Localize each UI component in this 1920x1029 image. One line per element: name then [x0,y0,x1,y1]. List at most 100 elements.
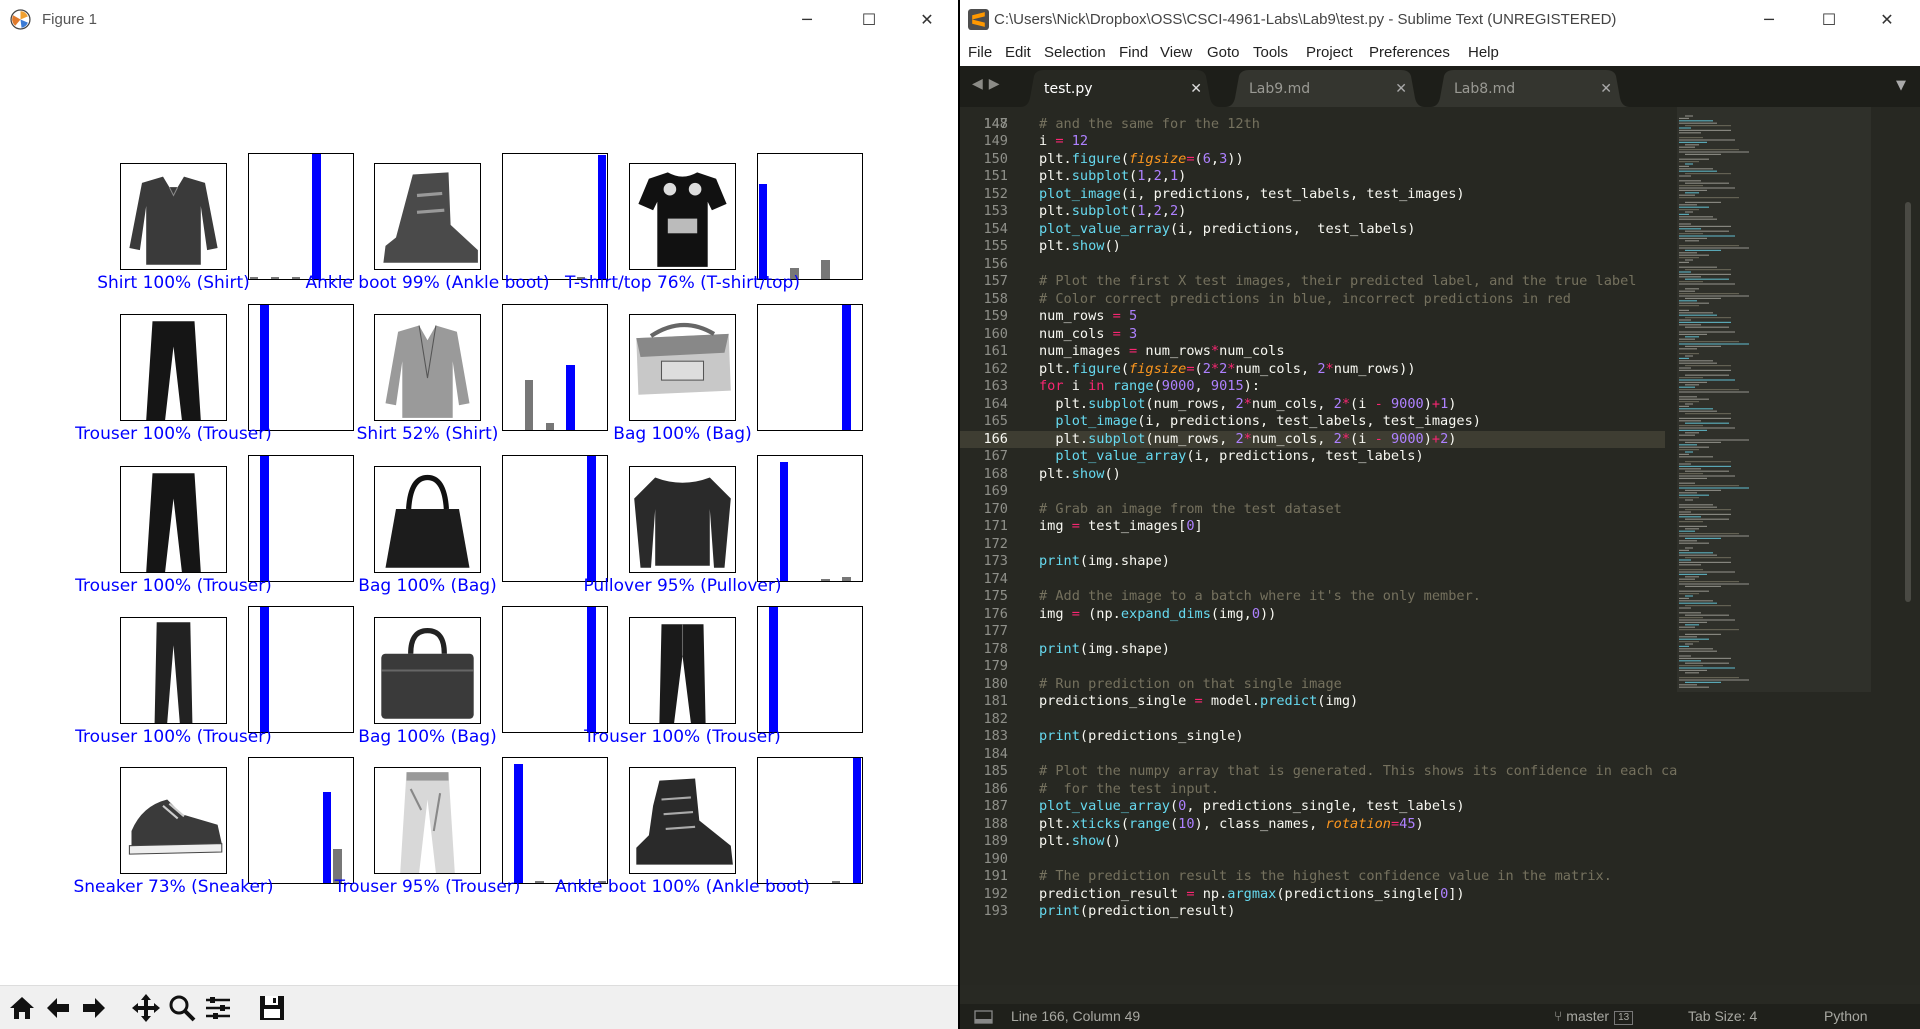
code-line[interactable]: 174 [960,571,1680,589]
code-line[interactable]: 183 print(predictions_single) [960,728,1680,746]
minimize-button[interactable]: ─ [1746,0,1792,40]
code-line[interactable]: 166 plt.subplot(num_rows, 2*num_cols, 2*… [960,430,1665,448]
code-line[interactable]: 185 # Plot the numpy array that is genera… [960,763,1726,781]
confidence-bar [587,456,596,581]
code-line[interactable]: 161 num_images = num_rows*num_cols [960,343,1680,361]
save-icon[interactable] [256,992,288,1024]
code-line[interactable]: 173 print(img.shape) [960,553,1680,571]
code-line[interactable]: 192 prediction_result = np.argmax(predict… [960,886,1680,904]
tab-test-py[interactable]: test.py ✕ [1020,70,1220,107]
line-number: 191 [983,868,1008,884]
code-line[interactable]: 172 [960,536,1680,554]
menu-help[interactable]: Help [1468,40,1499,66]
code-line[interactable]: 175 # Add the image to a batch where it's… [960,588,1680,606]
code-line[interactable]: 191 # The prediction result is the highes… [960,868,1680,886]
menu-preferences[interactable]: Preferences [1369,40,1450,66]
code-line[interactable]: 160 num_cols = 3 [960,326,1680,344]
code-line[interactable]: 156 [960,256,1680,274]
zoom-icon[interactable] [166,992,198,1024]
code-line[interactable]: 188 plt.xticks(range(10), class_names, ro… [960,816,1680,834]
line-number: 174 [983,570,1008,587]
tab-bar: ◀▶ test.py ✕ Lab9.md ✕ Lab8.md ✕ ▼ [960,66,1920,107]
confidence-bar-chart [502,757,608,884]
code-text: plt.subplot(num_rows, 2*num_cols, 2*(i -… [1039,395,1457,412]
menu-project[interactable]: Project [1306,40,1353,66]
code-line[interactable]: 154 plot_value_array(i, predictions, test… [960,221,1680,239]
code-line[interactable]: 170 # Grab an image from the test dataset [960,501,1680,519]
code-line[interactable]: 180 # Run prediction on that single image [960,676,1680,694]
git-branch[interactable]: ⑂ master 13 [1554,1004,1634,1029]
menu-tools[interactable]: Tools [1253,40,1288,66]
code-text: i = 12 [1039,133,1089,149]
menu-file[interactable]: File [968,40,992,66]
code-line[interactable]: 181 predictions_single = model.predict(im… [960,693,1680,711]
maximize-button[interactable]: ☐ [1806,0,1852,40]
forward-icon[interactable] [78,992,110,1024]
code-line[interactable]: 179 [960,658,1680,676]
plot-canvas[interactable]: Shirt 100% (Shirt) Ankle boot 99% (Ankle … [0,40,958,985]
code-line[interactable]: 165 plot_image(i, predictions, test_labe… [960,413,1680,431]
code-line[interactable]: 148 # and the same for the 12th [960,116,1680,134]
code-line[interactable]: 163 for i in range(9000, 9015): [960,378,1680,396]
close-tab-icon[interactable]: ✕ [1190,70,1202,107]
configure-subplots-icon[interactable] [202,992,234,1024]
menu-view[interactable]: View [1160,40,1192,66]
minimize-button[interactable]: ─ [784,0,830,40]
code-line[interactable]: 149 i = 12 [960,133,1680,151]
close-tab-icon[interactable]: ✕ [1600,70,1612,107]
code-line[interactable]: 176 img = (np.expand_dims(img,0)) [960,606,1680,624]
code-line[interactable]: 162 plt.figure(figsize=(2*2*num_cols, 2*n… [960,361,1680,379]
code-line[interactable]: 177 [960,623,1680,641]
code-line[interactable]: 168 plt.show() [960,466,1680,484]
panel-toggle-icon[interactable] [974,1004,994,1029]
code-line[interactable]: 171 img = test_images[0] [960,518,1680,536]
code-text: # Plot the numpy array that is generated… [1039,763,1727,779]
pan-icon[interactable] [130,992,162,1024]
menu-edit[interactable]: Edit [1005,40,1031,66]
tab-list-dropdown-icon[interactable]: ▼ [1896,78,1906,93]
code-line[interactable]: 150 plt.figure(figsize=(6,3)) [960,151,1680,169]
menu-selection[interactable]: Selection [1044,40,1106,66]
home-icon[interactable] [6,992,38,1024]
confidence-bar [597,155,606,279]
code-line[interactable]: 167 plot_value_array(i, predictions, tes… [960,448,1680,466]
minimap[interactable] [1677,107,1871,985]
confidence-bar [524,380,534,430]
code-line[interactable]: 178 print(img.shape) [960,641,1680,659]
minimap-viewport[interactable] [1677,107,1871,692]
menu-find[interactable]: Find [1119,40,1148,66]
code-line[interactable]: 182 [960,711,1680,729]
close-tab-icon[interactable]: ✕ [1395,70,1407,107]
code-line[interactable]: 169 [960,483,1680,501]
menu-goto[interactable]: Goto [1207,40,1240,66]
thumbnail-trouser4 [374,767,481,874]
code-line[interactable]: 151 plt.subplot(1,2,1) [960,168,1680,186]
code-line[interactable]: 186 # for the test input. [960,781,1680,799]
code-line[interactable]: 153 plt.subplot(1,2,2) [960,203,1680,221]
tab-lab9-md[interactable]: Lab9.md ✕ [1225,70,1425,107]
code-line[interactable]: 152 plot_image(i, predictions, test_label… [960,186,1680,204]
code-line[interactable]: 157 # Plot the first X test images, their… [960,273,1680,291]
code-line[interactable]: 189 plt.show() [960,833,1680,851]
code-line[interactable]: 158 # Color correct predictions in blue, … [960,291,1680,309]
back-icon[interactable] [42,992,74,1024]
code-line[interactable]: 193 print(prediction_result) [960,903,1680,921]
close-button[interactable]: ✕ [1864,0,1910,40]
code-line[interactable]: 187 plot_value_array(0, predictions_singl… [960,798,1680,816]
code-line[interactable]: 190 [960,851,1680,869]
vertical-scrollbar[interactable] [1905,202,1911,602]
tab-lab8-md[interactable]: Lab8.md ✕ [1430,70,1630,107]
line-number: 151 [983,168,1008,184]
maximize-button[interactable]: ☐ [846,0,892,40]
confidence-bar-chart [248,304,354,431]
code-line[interactable]: 184 [960,746,1680,764]
syntax-mode[interactable]: Python [1824,1004,1868,1029]
tab-size[interactable]: Tab Size: 4 [1688,1004,1757,1029]
tab-nav-arrows-icon[interactable]: ◀▶ [972,76,1006,92]
code-line[interactable]: 159 num_rows = 5 [960,308,1680,326]
close-button[interactable]: ✕ [904,0,950,40]
code-editor[interactable]: 147 148 # and the same for the 12th 149 i =… [960,107,1920,985]
code-line[interactable]: 164 plt.subplot(num_rows, 2*num_cols, 2*… [960,396,1680,414]
code-line[interactable]: 155 plt.show() [960,238,1680,256]
matplotlib-logo-icon [10,9,31,30]
